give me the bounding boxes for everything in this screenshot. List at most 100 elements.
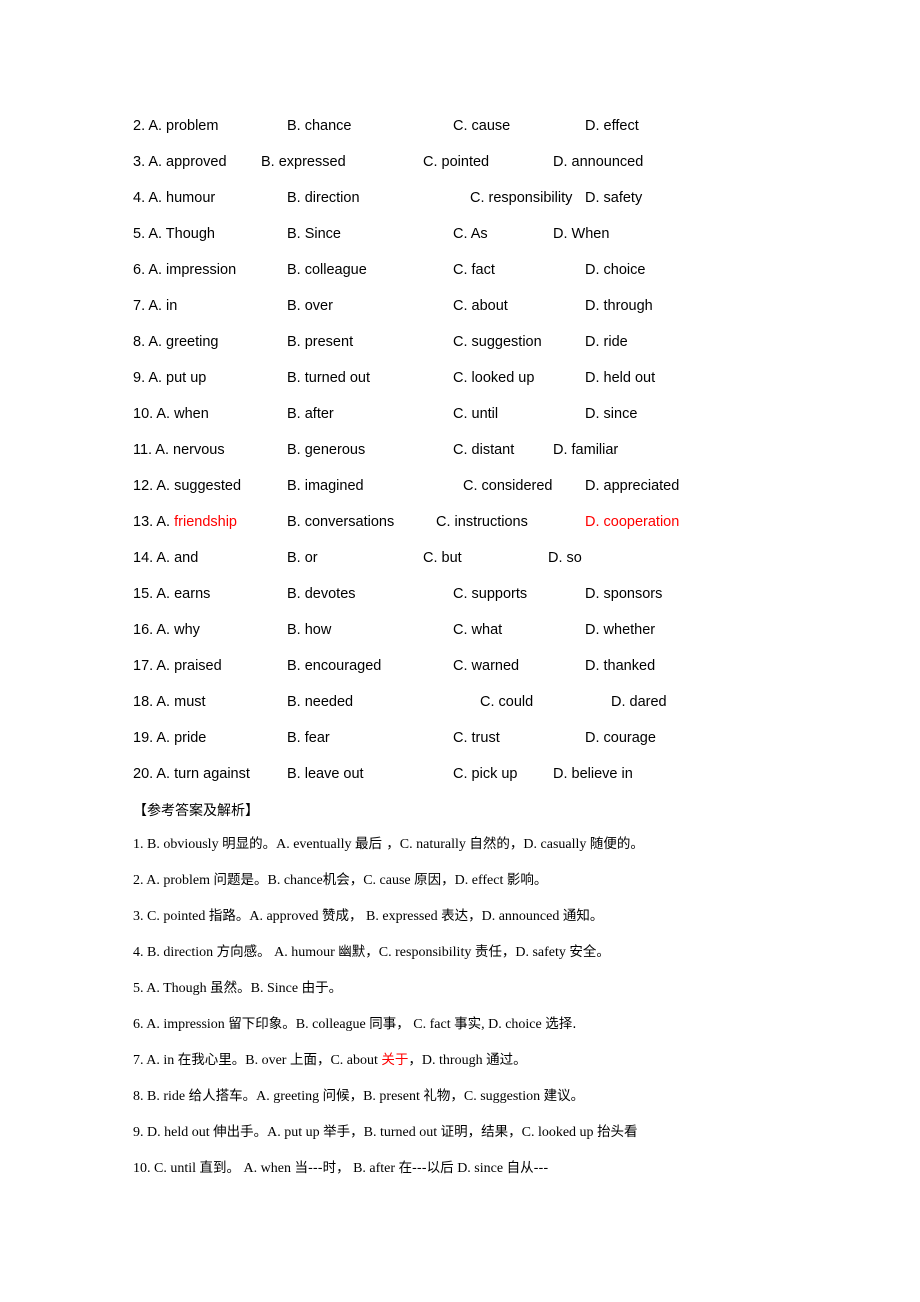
- question-option[interactable]: D. dared: [611, 684, 667, 720]
- question-option[interactable]: C. supports: [453, 576, 527, 612]
- question-option[interactable]: 7. A. in: [133, 288, 177, 324]
- question-row: 8. A. greeting B. present C. suggestion D. …: [133, 324, 810, 360]
- question-option[interactable]: B. or: [287, 540, 318, 576]
- question-row: 18. A. must B. needed C. could D. dared: [133, 684, 810, 720]
- explanation-text: 明显的。: [222, 836, 277, 852]
- question-option[interactable]: B. Since: [287, 216, 341, 252]
- question-option[interactable]: B. over: [287, 288, 333, 324]
- explanation-text: 同事，: [369, 1016, 410, 1032]
- question-option[interactable]: D. familiar: [553, 432, 618, 468]
- question-option[interactable]: B. generous: [287, 432, 365, 468]
- question-option[interactable]: C. considered: [463, 468, 552, 504]
- question-option[interactable]: 8. A. greeting: [133, 324, 218, 360]
- question-option[interactable]: 19. A. pride: [133, 720, 206, 756]
- question-option[interactable]: D. held out: [585, 360, 655, 396]
- question-option[interactable]: B. expressed: [261, 144, 346, 180]
- question-option[interactable]: D. cooperation: [585, 504, 679, 540]
- question-row: 15. A. earns B. devotes C. supports D. spon…: [133, 576, 810, 612]
- question-option[interactable]: B. colleague: [287, 252, 367, 288]
- question-option[interactable]: C. could: [480, 684, 533, 720]
- question-option[interactable]: B. leave out: [287, 756, 364, 792]
- explanation-text: 问题是。: [213, 872, 268, 888]
- explanation-text: 在我心里。: [177, 1052, 246, 1068]
- question-option[interactable]: D. sponsors: [585, 576, 662, 612]
- question-option[interactable]: 5. A. Though: [133, 216, 215, 252]
- question-option[interactable]: C. suggestion: [453, 324, 542, 360]
- explanation-text: 抬头看: [597, 1124, 638, 1140]
- question-option[interactable]: C. about: [453, 288, 508, 324]
- explanation-text: 留下印象。: [228, 1016, 296, 1032]
- question-row: 16. A. why B. how C. what D. whether: [133, 612, 810, 648]
- question-option[interactable]: 13. A. friendship: [133, 504, 237, 540]
- question-option[interactable]: D. effect: [585, 108, 639, 144]
- question-option[interactable]: C. distant: [453, 432, 514, 468]
- question-option[interactable]: B. turned out: [287, 360, 370, 396]
- question-option[interactable]: 4. A. humour: [133, 180, 215, 216]
- question-option[interactable]: D. thanked: [585, 648, 655, 684]
- question-option[interactable]: B. how: [287, 612, 331, 648]
- question-option[interactable]: 16. A. why: [133, 612, 200, 648]
- question-option[interactable]: C. instructions: [436, 504, 528, 540]
- question-option[interactable]: 6. A. impression: [133, 252, 236, 288]
- question-option[interactable]: B. needed: [287, 684, 353, 720]
- question-option[interactable]: C. trust: [453, 720, 500, 756]
- question-option[interactable]: D. ride: [585, 324, 628, 360]
- question-option[interactable]: 17. A. praised: [133, 648, 222, 684]
- explanation-text: 事实: [454, 1016, 482, 1032]
- question-option[interactable]: B. after: [287, 396, 334, 432]
- question-option[interactable]: D. appreciated: [585, 468, 679, 504]
- explanation-text: 选择.: [545, 1016, 577, 1032]
- question-option[interactable]: C. looked up: [453, 360, 534, 396]
- question-option[interactable]: B. chance: [287, 108, 352, 144]
- question-option[interactable]: D. whether: [585, 612, 655, 648]
- explanation-text: 影响。: [506, 872, 548, 888]
- explanation-text: 举手，: [323, 1124, 364, 1140]
- question-option[interactable]: 9. A. put up: [133, 360, 206, 396]
- question-option[interactable]: D. believe in: [553, 756, 633, 792]
- question-option[interactable]: D. courage: [585, 720, 656, 756]
- question-option[interactable]: 2. A. problem: [133, 108, 218, 144]
- explanation-text: 指路。: [208, 908, 250, 924]
- question-option[interactable]: B. devotes: [287, 576, 356, 612]
- question-option[interactable]: C. cause: [453, 108, 510, 144]
- question-row: 7. A. in B. over C. about D. through: [133, 288, 810, 324]
- question-option[interactable]: C. pointed: [423, 144, 489, 180]
- answer-explanation-row: 1. B. obviously 明显的。A. eventually 最后 ，C.…: [133, 826, 810, 862]
- question-option[interactable]: 20. A. turn against: [133, 756, 250, 792]
- question-option[interactable]: C. As: [453, 216, 488, 252]
- explanation-text: 2. A. problem: [133, 873, 214, 888]
- explanation-text: B. expressed: [362, 909, 442, 924]
- question-option[interactable]: 10. A. when: [133, 396, 209, 432]
- question-option[interactable]: 3. A. approved: [133, 144, 227, 180]
- explanation-text: A. when: [240, 1161, 295, 1176]
- question-option[interactable]: 14. A. and: [133, 540, 198, 576]
- explanation-text: D. safety: [515, 945, 570, 960]
- question-option[interactable]: B. present: [287, 324, 353, 360]
- question-option[interactable]: C. what: [453, 612, 502, 648]
- question-option[interactable]: D. safety: [585, 180, 642, 216]
- question-option[interactable]: D. choice: [585, 252, 645, 288]
- question-option[interactable]: 11. A. nervous: [133, 432, 225, 468]
- question-option[interactable]: C. pick up: [453, 756, 517, 792]
- question-option[interactable]: B. direction: [287, 180, 360, 216]
- question-option[interactable]: C. warned: [453, 648, 519, 684]
- question-option[interactable]: D. through: [585, 288, 653, 324]
- question-option[interactable]: C. responsibility: [470, 180, 572, 216]
- question-option[interactable]: 15. A. earns: [133, 576, 210, 612]
- question-row: 17. A. praised B. encouraged C. warned D. t…: [133, 648, 810, 684]
- question-option[interactable]: B. imagined: [287, 468, 364, 504]
- question-option[interactable]: C. but: [423, 540, 462, 576]
- question-option[interactable]: D. When: [553, 216, 609, 252]
- question-option[interactable]: D. since: [585, 396, 637, 432]
- question-option[interactable]: 18. A. must: [133, 684, 206, 720]
- question-option[interactable]: B. conversations: [287, 504, 394, 540]
- explanation-text: 3. C. pointed: [133, 909, 209, 924]
- question-option[interactable]: C. until: [453, 396, 498, 432]
- question-option[interactable]: D. so: [548, 540, 582, 576]
- question-option[interactable]: 12. A. suggested: [133, 468, 241, 504]
- question-option[interactable]: D. announced: [553, 144, 643, 180]
- explanation-text: 通过。: [486, 1052, 527, 1068]
- question-option[interactable]: B. fear: [287, 720, 330, 756]
- question-option[interactable]: B. encouraged: [287, 648, 381, 684]
- question-option[interactable]: C. fact: [453, 252, 495, 288]
